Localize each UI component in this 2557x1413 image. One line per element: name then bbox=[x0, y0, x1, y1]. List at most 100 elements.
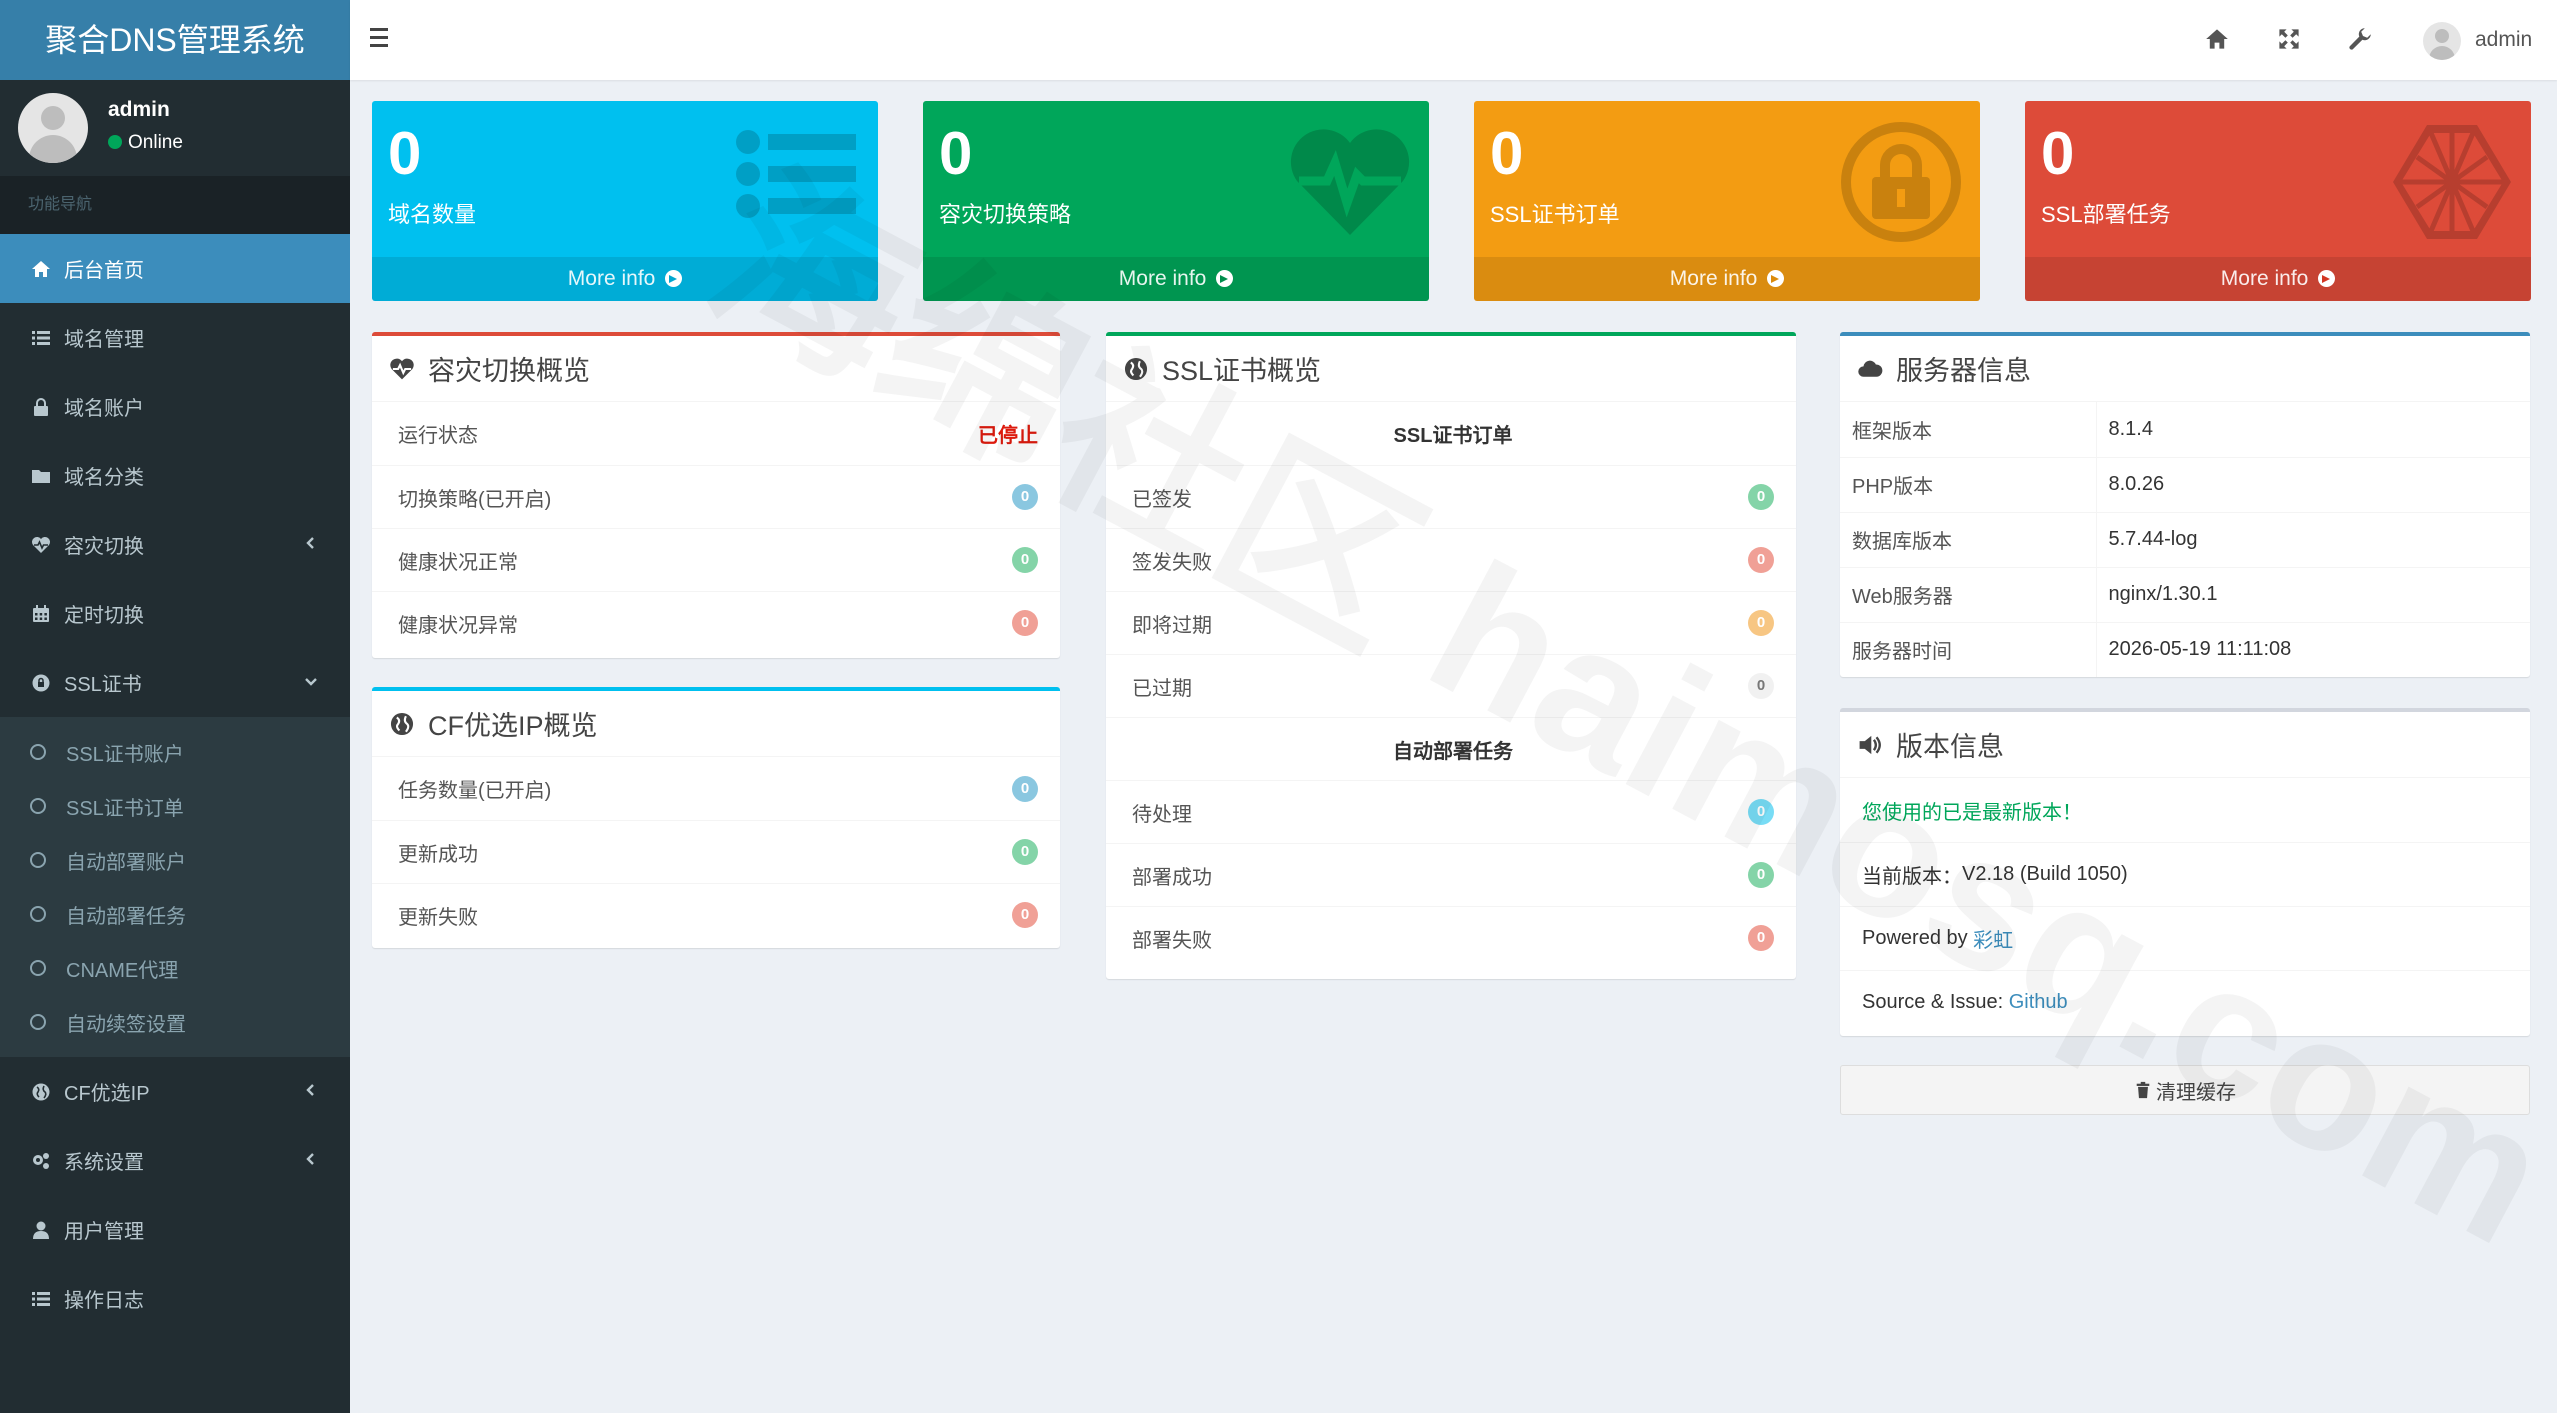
stat-value: 0 bbox=[939, 120, 973, 187]
app-logo[interactable]: 聚合DNS管理系统 bbox=[0, 0, 350, 80]
sidebar-item-label: 容灾切换 bbox=[64, 536, 144, 558]
user-status: Online bbox=[108, 132, 183, 154]
table-value: nginx/1.30.1 bbox=[2096, 566, 2530, 622]
table-key: Web服务器 bbox=[1840, 566, 2097, 622]
stat-label: 域名数量 bbox=[388, 202, 477, 227]
table-row: Web服务器 nginx/1.30.1 bbox=[1840, 566, 2530, 622]
table-value: 8.1.4 bbox=[2108, 417, 2153, 440]
count-badge: 0 bbox=[1012, 484, 1038, 510]
ssl-submenu: SSL证书账户 SSL证书订单 自动部署账户 自动部署任务 CNAME代理 自动… bbox=[0, 717, 350, 1057]
table-value: 5.7.44-log bbox=[2096, 511, 2530, 567]
fullscreen-icon[interactable] bbox=[2277, 27, 2303, 53]
ssl-overview-box: SSL证书概览 SSL证书订单 已签发 0 签发失败 0 即将过期 0 已过期 0 自动… bbox=[1106, 332, 1796, 979]
powered-by-link[interactable]: 彩虹 bbox=[1973, 924, 2013, 953]
version-rows: 您使用的已是最新版本！ 当前版本： V2.18 (Build 1050) Powe… bbox=[1840, 778, 2530, 1034]
sidebar-subitem-auto-renew[interactable]: 自动续签设置 bbox=[0, 995, 350, 1049]
list-item: 健康状况异常 0 bbox=[372, 591, 1060, 654]
failover-overview-box: 容灾切换概览 运行状态 已停止 切换策略(已开启) 0 健康状况正常 0 健康状况异常… bbox=[372, 332, 1060, 658]
list-item: 部署失败 0 bbox=[1106, 906, 1796, 969]
list-item: 切换策略(已开启) 0 bbox=[372, 465, 1060, 528]
cogs-icon bbox=[30, 1150, 52, 1172]
more-info-link[interactable]: More info bbox=[372, 257, 878, 301]
circle-icon bbox=[30, 1014, 46, 1030]
list-item: 更新成功 0 bbox=[372, 820, 1060, 883]
sidebar-item-label: 系统设置 bbox=[64, 1152, 144, 1174]
list-icon bbox=[30, 1288, 52, 1310]
home-icon[interactable] bbox=[2205, 27, 2231, 53]
sidebar-item-domain-groups[interactable]: 域名分类 bbox=[0, 441, 350, 510]
sidebar-item-domains[interactable]: 域名管理 bbox=[0, 303, 350, 372]
sidebar-item-label: 域名管理 bbox=[64, 329, 144, 351]
circle-icon bbox=[30, 852, 46, 868]
list-item: 任务数量(已开启) 0 bbox=[372, 757, 1060, 820]
sidebar-item-users[interactable]: 用户管理 bbox=[0, 1195, 350, 1264]
heartbeat-icon bbox=[1285, 117, 1415, 247]
row-label: 待处理 bbox=[1132, 803, 1192, 826]
sidebar-item-scheduled-switch[interactable]: 定时切换 bbox=[0, 579, 350, 648]
nav-header: 功能导航 bbox=[0, 176, 350, 234]
user-status-label: Online bbox=[128, 132, 183, 153]
table-key: 数据库版本 bbox=[1840, 511, 2097, 567]
circle-icon bbox=[30, 906, 46, 922]
sidebar-item-label: 操作日志 bbox=[64, 1290, 144, 1312]
stat-value: 0 bbox=[388, 120, 422, 187]
stat-value: 0 bbox=[2041, 120, 2075, 187]
count-badge: 0 bbox=[1012, 839, 1038, 865]
lock-icon bbox=[1836, 117, 1966, 247]
row-label: 运行状态 bbox=[398, 425, 478, 447]
count-badge: 0 bbox=[1748, 925, 1774, 951]
sidebar-item-ssl[interactable]: SSL证书 bbox=[0, 648, 350, 717]
powered-by: Powered by 彩虹 bbox=[1840, 906, 2530, 970]
sidebar-item-failover[interactable]: 容灾切换 bbox=[0, 510, 350, 579]
sidebar-item-domain-accounts[interactable]: 域名账户 bbox=[0, 372, 350, 441]
sidebar-subitem-label: 自动部署账户 bbox=[66, 851, 186, 874]
volume-icon bbox=[1856, 731, 1884, 759]
count-badge: 0 bbox=[1012, 610, 1038, 636]
row-label: 健康状况正常 bbox=[398, 551, 518, 574]
clear-cache-button[interactable]: 清理缓存 bbox=[1840, 1065, 2530, 1115]
sidebar-item-home[interactable]: 后台首页 bbox=[0, 234, 350, 303]
sidebar-subitem-cname-proxy[interactable]: CNAME代理 bbox=[0, 941, 350, 995]
source-issue: Source & Issue: Github bbox=[1840, 970, 2530, 1034]
status-badge: 已停止 bbox=[978, 425, 1038, 447]
arrow-circle-right-icon bbox=[665, 270, 683, 287]
table-value: 8.0.26 bbox=[2096, 456, 2530, 512]
arrow-circle-right-icon bbox=[1216, 270, 1234, 287]
sidebar-subitem-ssl-orders[interactable]: SSL证书订单 bbox=[0, 779, 350, 833]
cf-overview-box: CF优选IP概览 任务数量(已开启) 0 更新成功 0 更新失败 0 bbox=[372, 687, 1060, 948]
sidebar-subitem-deploy-accounts[interactable]: 自动部署账户 bbox=[0, 833, 350, 887]
sidebar-toggle-icon[interactable] bbox=[370, 28, 394, 52]
stat-value: 0 bbox=[1490, 120, 1524, 187]
list-item: 待处理 0 bbox=[1106, 780, 1796, 843]
row-label: 切换策略(已开启) bbox=[398, 488, 552, 511]
trash-icon bbox=[2136, 1081, 2150, 1099]
list-item: 签发失败 0 bbox=[1106, 528, 1796, 591]
sidebar: 聚合DNS管理系统 admin Online 功能导航 后台首页 域名管理 域名… bbox=[0, 0, 350, 1413]
topbar-avatar[interactable] bbox=[2423, 22, 2461, 60]
sidebar-item-label: 域名分类 bbox=[64, 467, 144, 489]
table-value: 2026-05-19 11:11:08 bbox=[2096, 621, 2530, 677]
more-info-link[interactable]: More info bbox=[2025, 257, 2531, 301]
sidebar-subitem-label: 自动部署任务 bbox=[66, 905, 186, 928]
sidebar-item-label: CF优选IP bbox=[64, 1083, 150, 1105]
more-info-label: More info bbox=[1669, 267, 1758, 290]
topbar-user-name[interactable]: admin bbox=[2475, 28, 2532, 52]
sidebar-subitem-label: SSL证书账户 bbox=[66, 743, 184, 766]
sidebar-subitem-ssl-accounts[interactable]: SSL证书账户 bbox=[0, 725, 350, 779]
user-name: admin bbox=[108, 98, 170, 121]
ssl-rows: SSL证书订单 已签发 0 签发失败 0 即将过期 0 已过期 0 自动部署任务 待处理… bbox=[1106, 402, 1796, 969]
table-key: 框架版本 bbox=[1840, 402, 2097, 457]
sidebar-item-cf-ip[interactable]: CF优选IP bbox=[0, 1057, 350, 1126]
more-info-link[interactable]: More info bbox=[1474, 257, 1980, 301]
more-info-link[interactable]: More info bbox=[923, 257, 1429, 301]
calendar-icon bbox=[30, 603, 52, 625]
sidebar-subitem-deploy-tasks[interactable]: 自动部署任务 bbox=[0, 887, 350, 941]
sidebar-item-logs[interactable]: 操作日志 bbox=[0, 1264, 350, 1333]
stat-label: SSL部署任务 bbox=[2041, 202, 2171, 227]
sidebar-item-label: 用户管理 bbox=[64, 1221, 144, 1243]
sidebar-item-settings[interactable]: 系统设置 bbox=[0, 1126, 350, 1195]
github-link[interactable]: Github bbox=[2009, 991, 2068, 1014]
more-info-label: More info bbox=[2220, 267, 2309, 290]
current-version: 当前版本： V2.18 (Build 1050) bbox=[1840, 842, 2530, 906]
wrench-icon[interactable] bbox=[2348, 27, 2374, 53]
